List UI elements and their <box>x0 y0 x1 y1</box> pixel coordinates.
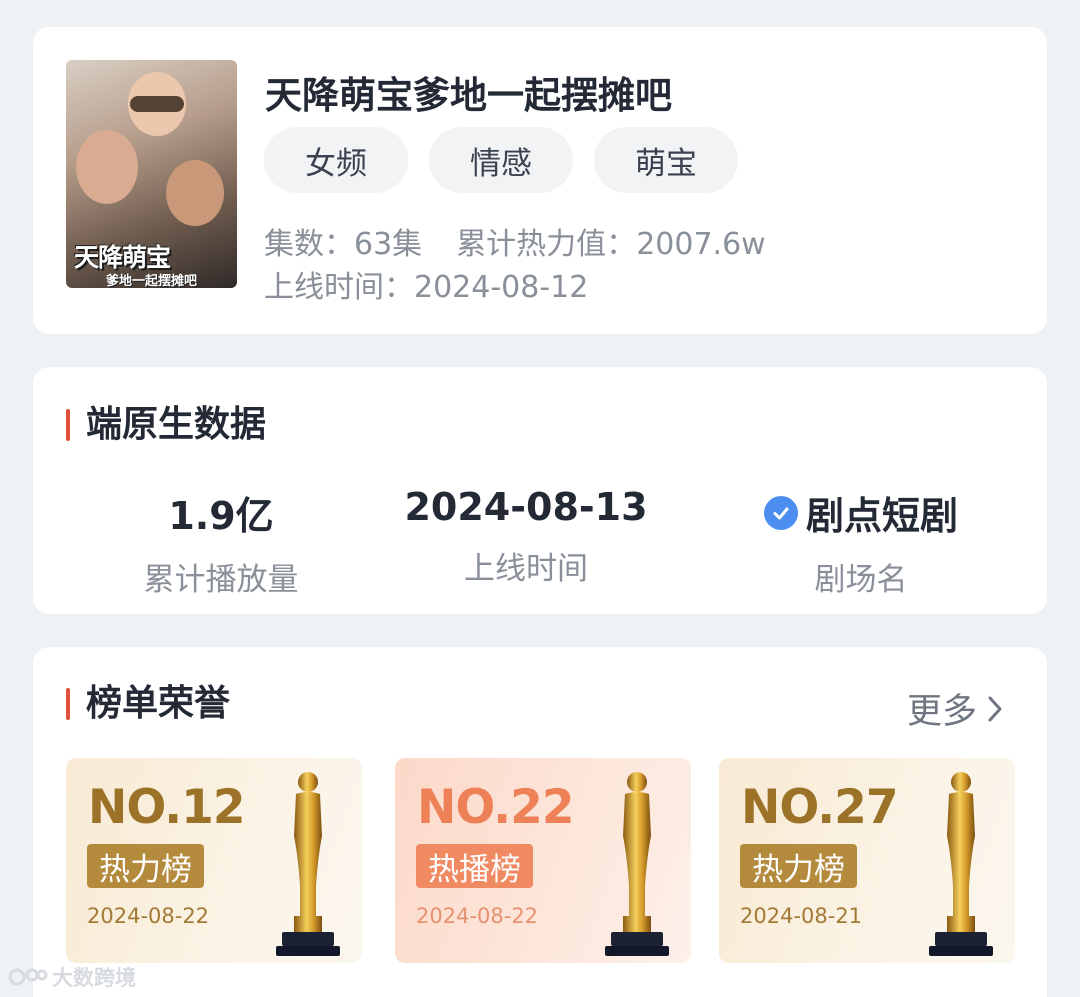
watermark-logo-icon <box>8 968 48 986</box>
tag-chip[interactable]: 萌宝 <box>594 127 738 193</box>
episodes-value: 63集 <box>354 227 423 262</box>
rank-number: NO.12 <box>88 780 246 835</box>
chevron-right-icon <box>988 696 1002 721</box>
rank-card[interactable]: NO.22 热播榜 2024-08-22 <box>395 758 691 963</box>
rank-board-badge: 热播榜 <box>416 844 533 888</box>
stat-value: 1.9亿 <box>168 494 274 538</box>
rank-date: 2024-08-21 <box>740 904 863 928</box>
release-line: 上线时间：2024-08-12 <box>264 262 588 306</box>
rank-date: 2024-08-22 <box>416 904 539 928</box>
stat-label: 上线时间 <box>464 551 588 587</box>
drama-info-card: 天降萌宝 爹地一起摆摊吧 天降萌宝爹地一起摆摊吧 女频 情感 萌宝 集数：63集… <box>33 27 1047 334</box>
rank-date: 2024-08-22 <box>87 904 210 928</box>
tag-chip[interactable]: 女频 <box>264 127 408 193</box>
release-value: 2024-08-12 <box>414 270 589 305</box>
rankings-card: 榜单荣誉 更多 NO.12 热力榜 2024-08-22 NO.22 热播榜 2… <box>33 647 1047 997</box>
more-label: 更多 <box>906 692 977 732</box>
poster-subtitle-text: 爹地一起摆摊吧 <box>106 274 198 288</box>
watermark-text: 大数跨境 <box>52 966 136 990</box>
native-data-card: 端原生数据 1.9亿 累计播放量 2024-08-13 上线时间 剧点短剧 剧场… <box>33 367 1047 614</box>
episodes-label: 集数： <box>264 227 354 262</box>
watermark: 大数跨境 <box>8 962 136 992</box>
rank-number: NO.27 <box>741 780 899 835</box>
trophy-icon <box>929 772 993 956</box>
drama-poster-image[interactable]: 天降萌宝 爹地一起摆摊吧 <box>66 60 237 288</box>
stat-theater-name: 剧点短剧 剧场名 <box>751 485 971 599</box>
tag-chip[interactable]: 情感 <box>429 127 573 193</box>
poster-glasses <box>130 96 184 112</box>
check-circle-icon <box>763 495 798 530</box>
rank-board-badge: 热力榜 <box>87 844 204 888</box>
stat-label: 剧场名 <box>814 562 908 598</box>
rank-board-badge: 热力榜 <box>740 844 857 888</box>
rank-card[interactable]: NO.27 热力榜 2024-08-21 <box>719 758 1015 963</box>
stat-value: 2024-08-13 <box>404 485 648 529</box>
tag-list: 女频 情感 萌宝 <box>264 127 738 193</box>
poster-title-text: 天降萌宝 <box>74 243 171 272</box>
poster-man-figure <box>166 160 224 226</box>
native-section-title: 端原生数据 <box>66 405 266 445</box>
drama-title: 天降萌宝爹地一起摆摊吧 <box>265 74 672 117</box>
rankings-section-title: 榜单荣誉 <box>66 684 230 724</box>
rank-number: NO.22 <box>417 780 575 835</box>
episode-heat-line: 集数：63集 累计热力值：2007.6w <box>264 219 766 263</box>
theater-name-text: 剧点短剧 <box>805 494 958 538</box>
stat-label: 累计播放量 <box>143 562 299 598</box>
heat-value: 2007.6w <box>636 227 766 262</box>
poster-woman-figure <box>76 130 138 204</box>
stat-release-date: 2024-08-13 上线时间 <box>404 485 648 588</box>
stat-play-count: 1.9亿 累计播放量 <box>121 485 321 599</box>
stat-value: 剧点短剧 <box>751 485 971 540</box>
release-label: 上线时间： <box>264 270 414 305</box>
heat-label: 累计热力值： <box>456 227 637 262</box>
rank-card[interactable]: NO.12 热力榜 2024-08-22 <box>66 758 362 963</box>
trophy-icon <box>276 772 340 956</box>
more-link[interactable]: 更多 <box>907 683 1003 734</box>
trophy-icon <box>605 772 669 956</box>
